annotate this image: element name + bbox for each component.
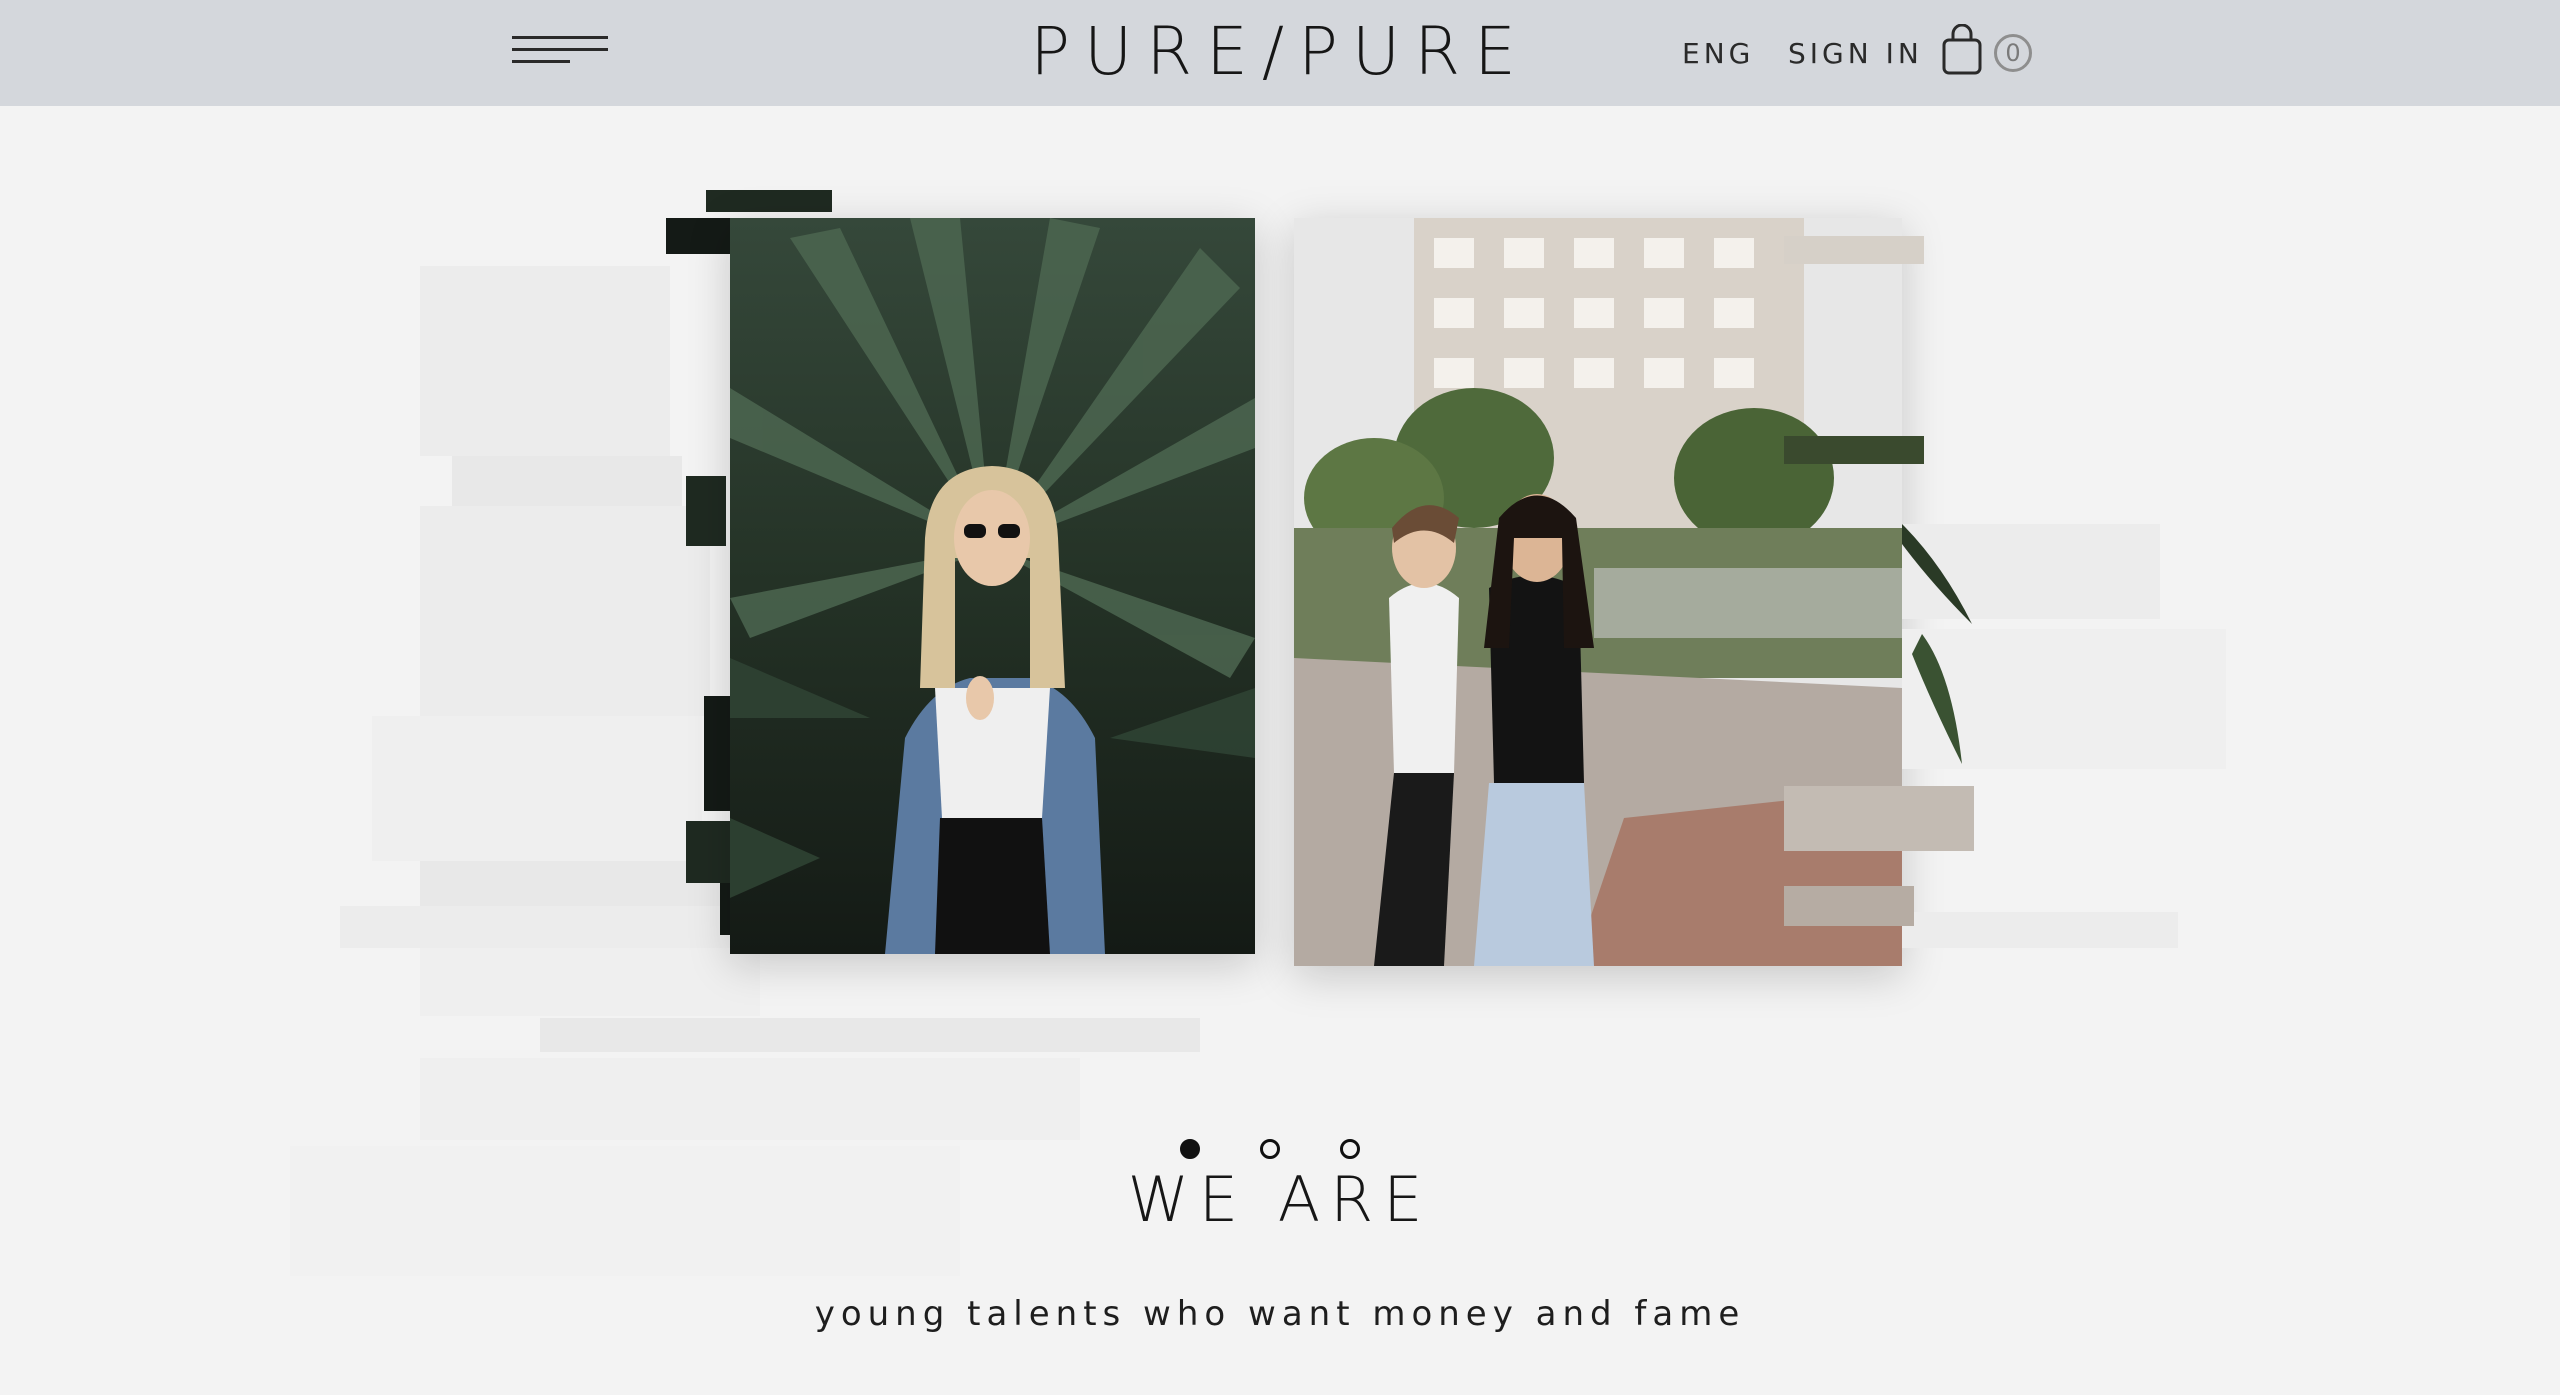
slide-dot-3[interactable]: [1340, 1139, 1360, 1159]
slide-dot-2[interactable]: [1260, 1139, 1280, 1159]
slide-dot-1[interactable]: [1180, 1139, 1200, 1159]
language-selector[interactable]: ENG: [1682, 36, 1754, 72]
slide-photo-left[interactable]: [730, 218, 1255, 954]
glitch-fragment: [420, 266, 670, 456]
shopping-bag-icon[interactable]: [1940, 23, 1984, 76]
glitch-fragment: [1784, 436, 1924, 464]
glitch-fragment: [420, 861, 720, 906]
glitch-fragment: [1902, 912, 2178, 948]
slider-pagination: [1180, 1139, 1370, 1161]
menu-line: [512, 60, 570, 63]
site-logo[interactable]: PURE/PURE: [1020, 16, 1540, 88]
intro-title: WE ARE: [1127, 1163, 1433, 1236]
glitch-fragment: [1784, 236, 1924, 264]
menu-button[interactable]: [512, 30, 612, 76]
glitch-fragment: [686, 476, 726, 546]
menu-line: [512, 48, 608, 51]
glitch-fragment: [420, 506, 710, 716]
slide-photo-right[interactable]: [1294, 218, 1902, 966]
leaf-fragment-icon: [1902, 524, 1972, 764]
menu-line: [512, 36, 608, 39]
intro-subtitle: young talents who want money and fame: [814, 1294, 1746, 1334]
glitch-fragment: [420, 948, 760, 1016]
sign-in-link[interactable]: SIGN IN: [1788, 36, 1923, 72]
glitch-fragment: [372, 716, 702, 861]
glitch-fragment: [1784, 886, 1914, 926]
cart-count-badge[interactable]: 0: [1994, 34, 2032, 72]
glitch-fragment: [706, 190, 832, 212]
glitch-fragment: [540, 1018, 1200, 1052]
hero-slider: [0, 106, 2560, 1276]
glitch-fragment: [452, 456, 682, 506]
glitch-fragment: [340, 906, 760, 948]
site-header: PURE/PURE ENG SIGN IN 0: [0, 0, 2560, 106]
glitch-fragment: [1784, 786, 1974, 851]
glitch-fragment: [420, 1058, 1080, 1140]
